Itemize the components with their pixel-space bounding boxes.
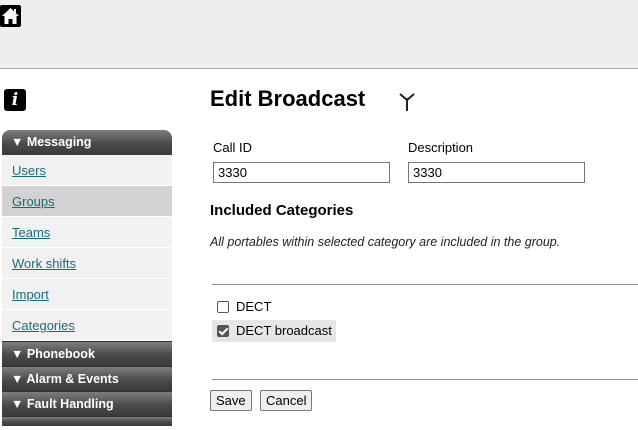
call-id-label: Call ID bbox=[213, 140, 253, 155]
sidebar-link-categories[interactable]: Categories bbox=[12, 318, 75, 333]
sidebar-link-groups[interactable]: Groups bbox=[12, 194, 55, 209]
sidebar-section-alarm-events[interactable]: ▼ Alarm & Events bbox=[2, 366, 172, 391]
category-checkbox-dect[interactable] bbox=[217, 300, 229, 313]
description-label: Description bbox=[408, 140, 474, 155]
description-input[interactable] bbox=[408, 162, 585, 183]
divider-bottom bbox=[212, 379, 638, 380]
included-categories-heading: Included Categories bbox=[210, 202, 354, 219]
cancel-button[interactable]: Cancel bbox=[260, 390, 313, 411]
sidebar-item-categories[interactable]: Categories bbox=[2, 310, 172, 341]
antenna-icon bbox=[399, 93, 415, 111]
included-categories-note: All portables within selected category a… bbox=[210, 235, 561, 249]
category-row-dect-broadcast[interactable]: DECT broadcast bbox=[212, 320, 336, 342]
sidebar-section-phonebook[interactable]: ▼ Phonebook bbox=[2, 341, 172, 366]
save-button[interactable]: Save bbox=[210, 390, 252, 411]
sidebar-item-teams[interactable]: Teams bbox=[2, 217, 172, 248]
sidebar-link-users[interactable]: Users bbox=[12, 163, 46, 178]
category-checkbox-dect-broadcast[interactable] bbox=[217, 324, 229, 337]
sidebar-link-work-shifts[interactable]: Work shifts bbox=[12, 256, 76, 271]
sidebar-section-messaging[interactable]: ▼ Messaging bbox=[2, 130, 172, 155]
sidebar-item-import[interactable]: Import bbox=[2, 279, 172, 310]
sidebar-item-groups[interactable]: Groups bbox=[2, 186, 172, 217]
sidebar-link-import[interactable]: Import bbox=[12, 287, 49, 302]
top-bar bbox=[0, 0, 638, 69]
home-icon[interactable] bbox=[0, 5, 21, 27]
sidebar: ▼ Messaging Users Groups Teams Work shif… bbox=[2, 130, 172, 426]
category-label-dect-broadcast: DECT broadcast bbox=[236, 323, 332, 338]
category-label-dect: DECT bbox=[236, 299, 272, 314]
sidebar-section-fault-handling[interactable]: ▼ Fault Handling bbox=[2, 391, 172, 416]
sidebar-item-work-shifts[interactable]: Work shifts bbox=[2, 248, 172, 279]
divider-top bbox=[212, 284, 638, 285]
info-icon[interactable]: i bbox=[4, 89, 26, 111]
page-title: Edit Broadcast bbox=[210, 86, 366, 111]
call-id-input[interactable] bbox=[213, 162, 390, 183]
sidebar-link-teams[interactable]: Teams bbox=[12, 225, 50, 240]
sidebar-section-next[interactable] bbox=[2, 416, 172, 426]
sidebar-item-users[interactable]: Users bbox=[2, 155, 172, 186]
category-row-dect[interactable]: DECT bbox=[212, 296, 271, 318]
